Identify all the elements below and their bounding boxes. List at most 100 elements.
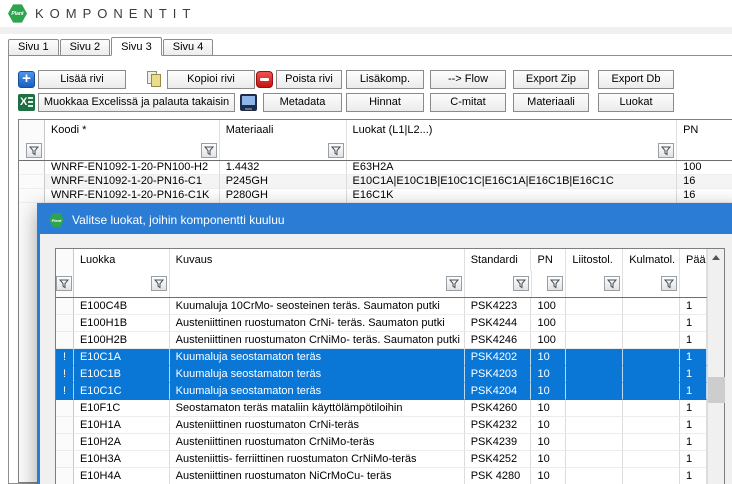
cell-luokka: E100H1B [74,315,170,332]
filter-icon[interactable] [658,143,674,158]
filter-icon[interactable] [604,276,620,291]
dialog-title-text: Valitse luokat, joihin komponentti kuulu… [72,213,285,227]
metadata-button[interactable]: Metadata [263,93,342,112]
tab-sivu-3[interactable]: Sivu 3 [111,37,162,56]
filter-luokat[interactable] [347,141,678,160]
vertical-scrollbar[interactable] [707,249,724,484]
cell-kuvaus: Austeniittis- ferriittinen ruostumaton C… [170,451,465,468]
tab-sivu-4[interactable]: Sivu 4 [163,39,214,56]
filter-standardi[interactable] [465,271,532,297]
cell-standardi: PSK4239 [465,434,532,451]
cell-standardi: PSK4232 [465,417,532,434]
filter-materiaali[interactable] [220,141,347,160]
c-dimensions-button[interactable]: C-mitat [430,93,506,112]
monitor-base [245,108,252,110]
tab-sivu-2[interactable]: Sivu 2 [60,39,111,56]
list-item[interactable]: E100C4B Kuumaluja 10CrMo- seosteinen ter… [56,298,707,315]
header-kuvaus[interactable]: Kuvaus [170,249,465,271]
header-pn[interactable]: PN [531,249,566,271]
filter-koodi[interactable] [45,141,220,160]
cell-kuvaus: Kuumaluja seostamaton teräs [170,349,465,366]
cell-kulmatol [623,417,680,434]
table-row[interactable]: WNRF-EN1092-1-20-PN100-H2 1.4432 E63H2A … [19,161,732,175]
delete-row-button[interactable]: Poista rivi [276,70,342,89]
list-item[interactable]: E10H1A Austeniittinen ruostumaton CrNi-t… [56,417,707,434]
excel-icon[interactable]: X [18,94,35,111]
filter-kuvaus[interactable] [170,271,465,297]
scrollbar-thumb[interactable] [708,377,725,403]
cell-kulmatol [623,332,680,349]
cell-pn: 16 [677,189,732,203]
cell-pn: 10 [531,383,566,400]
delete-row-icon[interactable] [256,71,273,88]
list-item-selected[interactable]: ! E10C1B Kuumaluja seostamaton teräs PSK… [56,366,707,383]
cell-kulmatol [623,400,680,417]
filter-icon[interactable] [513,276,529,291]
copy-row-button[interactable]: Kopioi rivi [167,70,255,89]
list-item[interactable]: E10H4A Austeniittinen ruostumaton NiCrMo… [56,468,707,484]
header-luokat[interactable]: Luokat (L1|L2...) [347,120,678,141]
header-materiaali[interactable]: Materiaali [220,120,347,141]
filter-pn[interactable] [532,271,567,297]
cell-luokka: E10C1C [74,383,170,400]
header-pn[interactable]: PN [677,120,732,141]
edit-in-excel-button[interactable]: Muokkaa Excelissä ja palauta takaisin [38,93,235,112]
list-item-selected[interactable]: ! E10C1C Kuumaluja seostamaton teräs PSK… [56,383,707,400]
cell-liitostol [566,315,623,332]
cell-standardi: PSK 4280 [465,468,532,484]
scroll-up-icon[interactable] [708,249,724,266]
copy-row-icon[interactable] [146,71,163,88]
flow-button[interactable]: --> Flow [430,70,506,89]
header-luokka[interactable]: Luokka [74,249,170,271]
app-header: Plant KOMPONENTIT [8,4,196,23]
export-zip-button[interactable]: Export Zip [513,70,589,89]
list-item[interactable]: E10H2A Austeniittinen ruostumaton CrNiMo… [56,434,707,451]
header-liitostol[interactable]: Liitostol. [566,249,623,271]
cell-luokat: E63H2A [347,161,678,175]
filter-kulmatol[interactable] [623,271,680,297]
cell-kuvaus: Austeniittinen ruostumaton CrNiMo-teräs [170,434,465,451]
export-db-button[interactable]: Export Db [598,70,674,89]
cell-standardi: PSK4202 [465,349,532,366]
list-item-selected[interactable]: ! E10C1A Kuumaluja seostamaton teräs PSK… [56,349,707,366]
cell-pn: 100 [531,298,566,315]
categories-grid-filter-row [56,271,707,298]
cell-liitostol [566,383,623,400]
list-item[interactable]: E10F1C Seostamaton teräs mataliin käyttö… [56,400,707,417]
filter-icon[interactable] [26,143,42,158]
table-row[interactable]: WNRF-EN1092-1-20-PN16-C1K P280GH E16C1K … [19,189,732,203]
filter-icon[interactable] [151,276,167,291]
filter-luokka[interactable] [74,271,170,297]
extra-component-button[interactable]: Lisäkomp. [346,70,424,89]
filter-pn[interactable] [677,141,732,160]
filter-icon[interactable] [56,276,72,291]
cell-liitostol [566,468,623,484]
dialog-titlebar[interactable]: Plant Valitse luokat, joihin komponentti… [40,206,732,234]
header-koodi[interactable]: Koodi * [45,120,220,141]
cell-materiaali: 1.4432 [220,161,347,175]
material-button[interactable]: Materiaali [513,93,589,112]
add-row-icon[interactable]: + [18,71,35,88]
list-item[interactable]: E100H2B Austeniittinen ruostumaton CrNiM… [56,332,707,349]
list-item[interactable]: E100H1B Austeniittinen ruostumaton CrNi-… [56,315,707,332]
selected-row-marker: ! [56,366,74,383]
tab-sivu-1[interactable]: Sivu 1 [8,39,59,56]
filter-icon[interactable] [328,143,344,158]
header-kulmatol[interactable]: Kulmatol. [623,249,680,271]
filter-icon[interactable] [547,276,563,291]
table-row[interactable]: WNRF-EN1092-1-20-PN16-C1 P245GH E10C1A|E… [19,175,732,189]
header-standardi[interactable]: Standardi [465,249,532,271]
categories-button[interactable]: Luokat [598,93,674,112]
metadata-monitor-icon[interactable] [240,94,257,111]
prices-button[interactable]: Hinnat [346,93,424,112]
filter-icon[interactable] [446,276,462,291]
filter-liitostol[interactable] [566,271,623,297]
filter-icon[interactable] [201,143,217,158]
add-row-button[interactable]: Lisää rivi [38,70,126,89]
select-categories-dialog: Plant Valitse luokat, joihin komponentti… [37,203,732,484]
list-item[interactable]: E10H3A Austeniittis- ferriittinen ruostu… [56,451,707,468]
header-paa[interactable]: Pääi [680,249,707,271]
filter-icon[interactable] [661,276,677,291]
filter-paa[interactable] [680,271,707,297]
cell-standardi: PSK4244 [465,315,532,332]
